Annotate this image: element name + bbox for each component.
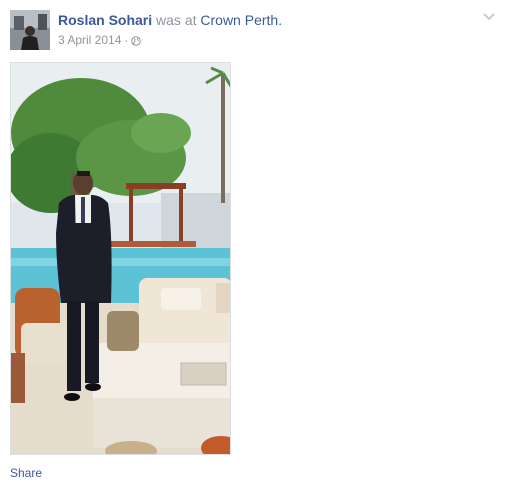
post-photo[interactable] bbox=[10, 62, 231, 455]
meta-separator: · bbox=[124, 33, 129, 47]
post-meta: 3 April 2014 · bbox=[58, 33, 142, 47]
avatar[interactable] bbox=[10, 10, 50, 50]
share-link[interactable]: Share bbox=[10, 466, 42, 480]
action-text: was at bbox=[156, 12, 197, 28]
post-date[interactable]: 3 April 2014 bbox=[58, 33, 121, 47]
author-name[interactable]: Roslan Sohari bbox=[58, 12, 152, 28]
feed-post: Roslan Sohari was at Crown Perth. 3 Apri… bbox=[0, 0, 508, 488]
chevron-down-icon[interactable] bbox=[482, 10, 496, 22]
post-header: Roslan Sohari was at Crown Perth. bbox=[58, 12, 282, 28]
place-link[interactable]: Crown Perth. bbox=[200, 12, 282, 28]
globe-icon bbox=[131, 35, 142, 46]
